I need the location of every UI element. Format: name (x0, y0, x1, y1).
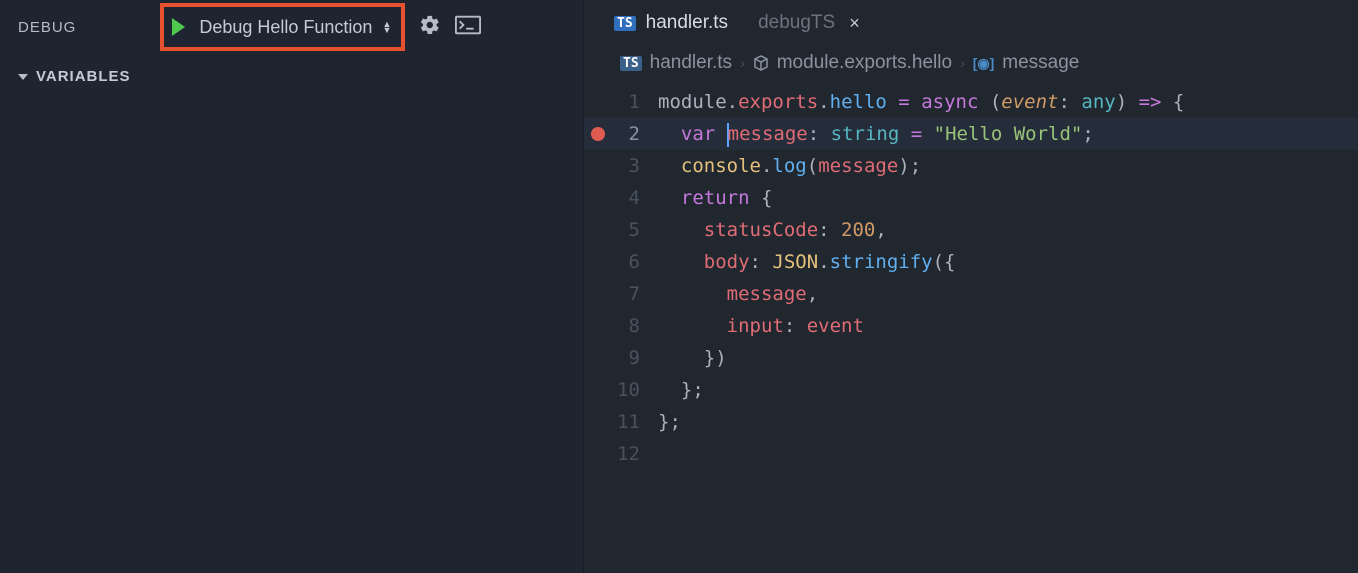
code-content[interactable]: }; (658, 406, 681, 438)
line-number: 8 (612, 310, 658, 342)
tab-label: debugTS (758, 12, 835, 34)
tab-debug-ts[interactable]: debugTS × (748, 4, 874, 42)
breakpoint-icon[interactable] (591, 127, 605, 141)
variable-icon: [◉] (973, 55, 995, 72)
line-number: 12 (612, 438, 658, 470)
line-number: 1 (612, 86, 658, 118)
breadcrumb-item[interactable]: message (1002, 52, 1079, 74)
ts-badge-icon: TS (614, 16, 636, 31)
breakpoint-gutter[interactable] (584, 278, 612, 310)
variables-section[interactable]: VARIABLES (0, 54, 583, 99)
variables-label: VARIABLES (36, 68, 131, 85)
breakpoint-gutter[interactable] (584, 118, 612, 150)
line-number: 11 (612, 406, 658, 438)
ts-badge-icon: TS (620, 56, 642, 71)
breadcrumb-item[interactable]: handler.ts (650, 52, 732, 74)
code-content[interactable]: statusCode: 200, (658, 214, 887, 246)
module-icon (753, 55, 769, 71)
code-content[interactable]: var message: string = "Hello World"; (658, 118, 1094, 150)
code-line[interactable]: 9 }) (584, 342, 1358, 374)
breakpoint-gutter[interactable] (584, 310, 612, 342)
code-editor[interactable]: 1module.exports.hello = async (event: an… (584, 86, 1358, 573)
code-line[interactable]: 12 (584, 438, 1358, 470)
line-number: 7 (612, 278, 658, 310)
debug-header: DEBUG Debug Hello Function ▲▼ (0, 0, 583, 54)
close-icon[interactable]: × (845, 13, 864, 34)
code-line[interactable]: 7 message, (584, 278, 1358, 310)
breakpoint-gutter[interactable] (584, 214, 612, 246)
chevron-right-icon: › (960, 55, 965, 71)
editor-area: TS handler.ts debugTS × TS handler.ts › … (584, 0, 1358, 573)
line-number: 5 (612, 214, 658, 246)
breadcrumb-item[interactable]: module.exports.hello (777, 52, 952, 74)
start-debug-icon[interactable] (172, 18, 185, 36)
breakpoint-gutter[interactable] (584, 374, 612, 406)
code-line[interactable]: 10 }; (584, 374, 1358, 406)
code-line[interactable]: 3 console.log(message); (584, 150, 1358, 182)
chevron-down-icon (18, 74, 28, 80)
line-number: 2 (612, 118, 658, 150)
breakpoint-gutter[interactable] (584, 246, 612, 278)
line-number: 10 (612, 374, 658, 406)
code-content[interactable]: message, (658, 278, 818, 310)
line-number: 6 (612, 246, 658, 278)
line-number: 4 (612, 182, 658, 214)
code-line[interactable]: 5 statusCode: 200, (584, 214, 1358, 246)
line-number: 3 (612, 150, 658, 182)
chevron-right-icon: › (740, 55, 745, 71)
debug-config-name: Debug Hello Function (199, 17, 372, 38)
code-line[interactable]: 4 return { (584, 182, 1358, 214)
breakpoint-gutter[interactable] (584, 438, 612, 470)
editor-tabs: TS handler.ts debugTS × (584, 0, 1358, 46)
code-line[interactable]: 2 var message: string = "Hello World"; (584, 118, 1358, 150)
code-content[interactable]: return { (658, 182, 772, 214)
code-line[interactable]: 6 body: JSON.stringify({ (584, 246, 1358, 278)
code-content[interactable]: module.exports.hello = async (event: any… (658, 86, 1184, 118)
code-content[interactable]: body: JSON.stringify({ (658, 246, 955, 278)
breakpoint-gutter[interactable] (584, 406, 612, 438)
code-line[interactable]: 1module.exports.hello = async (event: an… (584, 86, 1358, 118)
code-content[interactable]: console.log(message); (658, 150, 921, 182)
line-number: 9 (612, 342, 658, 374)
code-content[interactable]: input: event (658, 310, 864, 342)
breakpoint-gutter[interactable] (584, 342, 612, 374)
breakpoint-gutter[interactable] (584, 182, 612, 214)
breadcrumbs[interactable]: TS handler.ts › module.exports.hello › [… (584, 46, 1358, 86)
chevron-updown-icon: ▲▼ (382, 21, 391, 33)
code-line[interactable]: 11}; (584, 406, 1358, 438)
code-content[interactable]: }; (658, 374, 704, 406)
tab-handler-ts[interactable]: TS handler.ts (604, 4, 738, 42)
code-line[interactable]: 8 input: event (584, 310, 1358, 342)
debug-sidebar: DEBUG Debug Hello Function ▲▼ VARIABLES (0, 0, 584, 573)
gear-icon[interactable] (419, 14, 441, 41)
debug-console-icon[interactable] (455, 15, 481, 40)
tab-label: handler.ts (646, 12, 728, 34)
debug-config-highlight: Debug Hello Function ▲▼ (160, 3, 405, 51)
debug-config-select[interactable]: Debug Hello Function ▲▼ (199, 17, 391, 38)
debug-title: DEBUG (18, 19, 76, 36)
breakpoint-gutter[interactable] (584, 86, 612, 118)
code-content[interactable]: }) (658, 342, 727, 374)
breakpoint-gutter[interactable] (584, 150, 612, 182)
